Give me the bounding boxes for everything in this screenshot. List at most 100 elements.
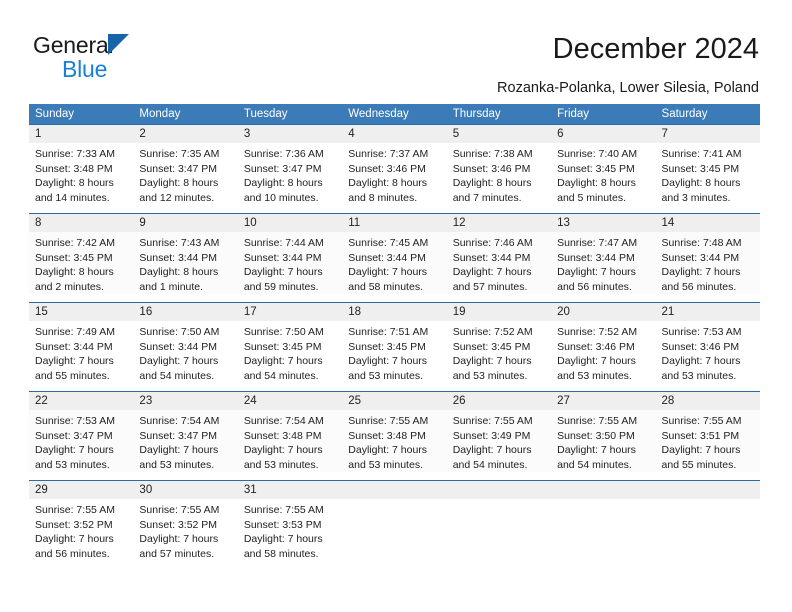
weekday-header-sunday: Sunday <box>29 104 134 125</box>
sunrise-time: Sunrise: 7:43 AM <box>139 237 220 249</box>
day-number: 19 <box>446 303 552 321</box>
day-number: 30 <box>133 481 238 499</box>
calendar-day-cell[interactable]: 26 Sunrise: 7:55 AM Sunset: 3:49 PM Dayligh… <box>446 391 552 481</box>
general-blue-logo[interactable]: General Blue <box>33 32 183 82</box>
daylight-duration-line2: and 54 minutes. <box>452 458 528 471</box>
day-details: Sunrise: 7:38 AM Sunset: 3:46 PM Daylight:… <box>446 143 552 206</box>
calendar-day-cell[interactable]: 29 Sunrise: 7:55 AM Sunset: 3:52 PM Dayligh… <box>29 480 134 570</box>
daylight-duration-line1: Daylight: 7 hours <box>661 266 741 279</box>
calendar-day-cell[interactable]: 28 Sunrise: 7:55 AM Sunset: 3:51 PM Dayligh… <box>655 391 760 481</box>
daylight-duration-line2: and 55 minutes. <box>661 458 737 471</box>
calendar-day-cell[interactable]: 7 Sunrise: 7:41 AM Sunset: 3:45 PM Daylight… <box>655 124 760 214</box>
day-number: 28 <box>655 392 760 410</box>
calendar-day-cell[interactable]: 5 Sunrise: 7:38 AM Sunset: 3:46 PM Daylight… <box>446 124 552 214</box>
calendar-day-cell[interactable]: 6 Sunrise: 7:40 AM Sunset: 3:45 PM Daylight… <box>551 124 656 214</box>
calendar-day-cell[interactable]: 15 Sunrise: 7:49 AM Sunset: 3:44 PM Dayligh… <box>29 302 134 392</box>
day-number: 1 <box>29 125 134 143</box>
calendar-day-cell[interactable]: 8 Sunrise: 7:42 AM Sunset: 3:45 PM Daylight… <box>29 213 134 303</box>
day-details: Sunrise: 7:55 AM Sunset: 3:52 PM Daylight:… <box>133 499 238 562</box>
logo-word-blue: Blue <box>62 56 108 82</box>
daylight-duration-line2: and 53 minutes. <box>35 458 110 471</box>
day-details: Sunrise: 7:55 AM Sunset: 3:52 PM Daylight:… <box>29 499 134 562</box>
day-number <box>446 481 552 499</box>
day-details: Sunrise: 7:37 AM Sunset: 3:46 PM Daylight:… <box>342 143 447 206</box>
calendar-day-cell[interactable]: 2 Sunrise: 7:35 AM Sunset: 3:47 PM Daylight… <box>133 124 238 214</box>
sunrise-time: Sunrise: 7:44 AM <box>243 237 324 249</box>
sunrise-time: Sunrise: 7:41 AM <box>661 148 742 160</box>
daylight-duration-line1: Daylight: 7 hours <box>661 355 741 368</box>
calendar-day-cell[interactable]: 3 Sunrise: 7:36 AM Sunset: 3:47 PM Daylight… <box>237 124 343 214</box>
daylight-duration-line1: Daylight: 7 hours <box>243 444 323 457</box>
daylight-duration-line1: Daylight: 7 hours <box>348 266 428 279</box>
calendar-day-cell[interactable]: 1 Sunrise: 7:33 AM Sunset: 3:48 PM Daylight… <box>29 124 134 214</box>
calendar-week-row: 8 Sunrise: 7:42 AM Sunset: 3:45 PM Daylight… <box>29 213 760 303</box>
day-details: Sunrise: 7:53 AM Sunset: 3:46 PM Daylight:… <box>655 321 760 384</box>
calendar-day-cell[interactable]: 14 Sunrise: 7:48 AM Sunset: 3:44 PM Dayligh… <box>655 213 760 303</box>
day-details: Sunrise: 7:43 AM Sunset: 3:44 PM Daylight:… <box>133 232 238 295</box>
day-details: Sunrise: 7:55 AM Sunset: 3:48 PM Daylight:… <box>342 410 447 473</box>
sunset-time: Sunset: 3:44 PM <box>557 251 635 264</box>
daylight-duration-line2: and 10 minutes. <box>243 191 319 204</box>
daylight-duration-line1: Daylight: 7 hours <box>452 444 532 457</box>
calendar-day-cell[interactable]: 17 Sunrise: 7:50 AM Sunset: 3:45 PM Dayligh… <box>237 302 343 392</box>
day-number <box>551 481 656 499</box>
sunset-time: Sunset: 3:45 PM <box>243 340 322 353</box>
calendar-week-row: 1 Sunrise: 7:33 AM Sunset: 3:48 PM Daylight… <box>29 124 760 214</box>
calendar-day-cell[interactable]: 13 Sunrise: 7:47 AM Sunset: 3:44 PM Dayligh… <box>551 213 656 303</box>
calendar-day-cell[interactable]: 11 Sunrise: 7:45 AM Sunset: 3:44 PM Dayligh… <box>342 213 447 303</box>
daylight-duration-line1: Daylight: 7 hours <box>139 355 219 368</box>
sunrise-time: Sunrise: 7:42 AM <box>35 237 115 249</box>
calendar-day-cell[interactable]: 21 Sunrise: 7:53 AM Sunset: 3:46 PM Dayligh… <box>655 302 760 392</box>
calendar-day-cell[interactable]: 24 Sunrise: 7:54 AM Sunset: 3:48 PM Dayligh… <box>237 391 343 481</box>
sunrise-time: Sunrise: 7:55 AM <box>139 504 220 516</box>
day-number: 3 <box>237 125 343 143</box>
calendar-day-cell[interactable]: 4 Sunrise: 7:37 AM Sunset: 3:46 PM Daylight… <box>342 124 447 214</box>
daylight-duration-line2: and 7 minutes. <box>452 191 522 204</box>
calendar-day-cell[interactable]: 30 Sunrise: 7:55 AM Sunset: 3:52 PM Dayligh… <box>133 480 238 570</box>
daylight-duration-line1: Daylight: 7 hours <box>348 355 428 368</box>
daylight-duration-line1: Daylight: 7 hours <box>35 444 114 457</box>
calendar-day-cell[interactable]: 18 Sunrise: 7:51 AM Sunset: 3:45 PM Dayligh… <box>342 302 447 392</box>
sunset-time: Sunset: 3:53 PM <box>243 518 322 531</box>
calendar-day-cell[interactable]: 19 Sunrise: 7:52 AM Sunset: 3:45 PM Dayligh… <box>446 302 552 392</box>
day-number: 11 <box>342 214 447 232</box>
calendar-day-cell[interactable]: 16 Sunrise: 7:50 AM Sunset: 3:44 PM Dayligh… <box>133 302 238 392</box>
day-details <box>655 499 760 503</box>
sunrise-time: Sunrise: 7:49 AM <box>35 326 115 338</box>
calendar-day-cell[interactable]: 27 Sunrise: 7:55 AM Sunset: 3:50 PM Dayligh… <box>551 391 656 481</box>
sunset-time: Sunset: 3:44 PM <box>35 340 113 353</box>
day-number: 10 <box>237 214 343 232</box>
sunset-time: Sunset: 3:48 PM <box>348 429 426 442</box>
calendar-day-cell-empty <box>551 480 656 570</box>
calendar-day-cell[interactable]: 31 Sunrise: 7:55 AM Sunset: 3:53 PM Dayligh… <box>237 480 343 570</box>
sunset-time: Sunset: 3:44 PM <box>243 251 322 264</box>
daylight-duration-line2: and 2 minutes. <box>35 280 104 293</box>
calendar-day-cell[interactable]: 25 Sunrise: 7:55 AM Sunset: 3:48 PM Dayligh… <box>342 391 447 481</box>
calendar-day-cell[interactable]: 20 Sunrise: 7:52 AM Sunset: 3:46 PM Dayligh… <box>551 302 656 392</box>
calendar-day-cell[interactable]: 10 Sunrise: 7:44 AM Sunset: 3:44 PM Dayligh… <box>237 213 343 303</box>
calendar-day-cell[interactable]: 22 Sunrise: 7:53 AM Sunset: 3:47 PM Dayligh… <box>29 391 134 481</box>
day-details: Sunrise: 7:42 AM Sunset: 3:45 PM Daylight:… <box>29 232 134 295</box>
calendar-day-cell[interactable]: 9 Sunrise: 7:43 AM Sunset: 3:44 PM Daylight… <box>133 213 238 303</box>
sunset-time: Sunset: 3:45 PM <box>35 251 113 264</box>
sunset-time: Sunset: 3:46 PM <box>452 162 531 175</box>
calendar-week-row: 22 Sunrise: 7:53 AM Sunset: 3:47 PM Dayligh… <box>29 391 760 481</box>
sunrise-time: Sunrise: 7:33 AM <box>35 148 115 160</box>
sunrise-time: Sunrise: 7:54 AM <box>139 415 220 427</box>
daylight-duration-line2: and 59 minutes. <box>243 280 319 293</box>
daylight-duration-line1: Daylight: 7 hours <box>35 533 114 546</box>
day-number: 2 <box>133 125 238 143</box>
daylight-duration-line2: and 57 minutes. <box>139 547 215 560</box>
daylight-duration-line2: and 56 minutes. <box>661 280 737 293</box>
sunrise-time: Sunrise: 7:38 AM <box>452 148 533 160</box>
daylight-duration-line2: and 54 minutes. <box>243 369 319 382</box>
sunrise-time: Sunrise: 7:55 AM <box>35 504 115 516</box>
day-details: Sunrise: 7:55 AM Sunset: 3:49 PM Daylight:… <box>446 410 552 473</box>
day-number: 13 <box>551 214 656 232</box>
calendar-day-cell[interactable]: 23 Sunrise: 7:54 AM Sunset: 3:47 PM Dayligh… <box>133 391 238 481</box>
weekday-header-tuesday: Tuesday <box>237 104 343 125</box>
day-details: Sunrise: 7:35 AM Sunset: 3:47 PM Daylight:… <box>133 143 238 206</box>
calendar-day-cell[interactable]: 12 Sunrise: 7:46 AM Sunset: 3:44 PM Dayligh… <box>446 213 552 303</box>
day-details <box>446 499 552 503</box>
day-number: 5 <box>446 125 552 143</box>
